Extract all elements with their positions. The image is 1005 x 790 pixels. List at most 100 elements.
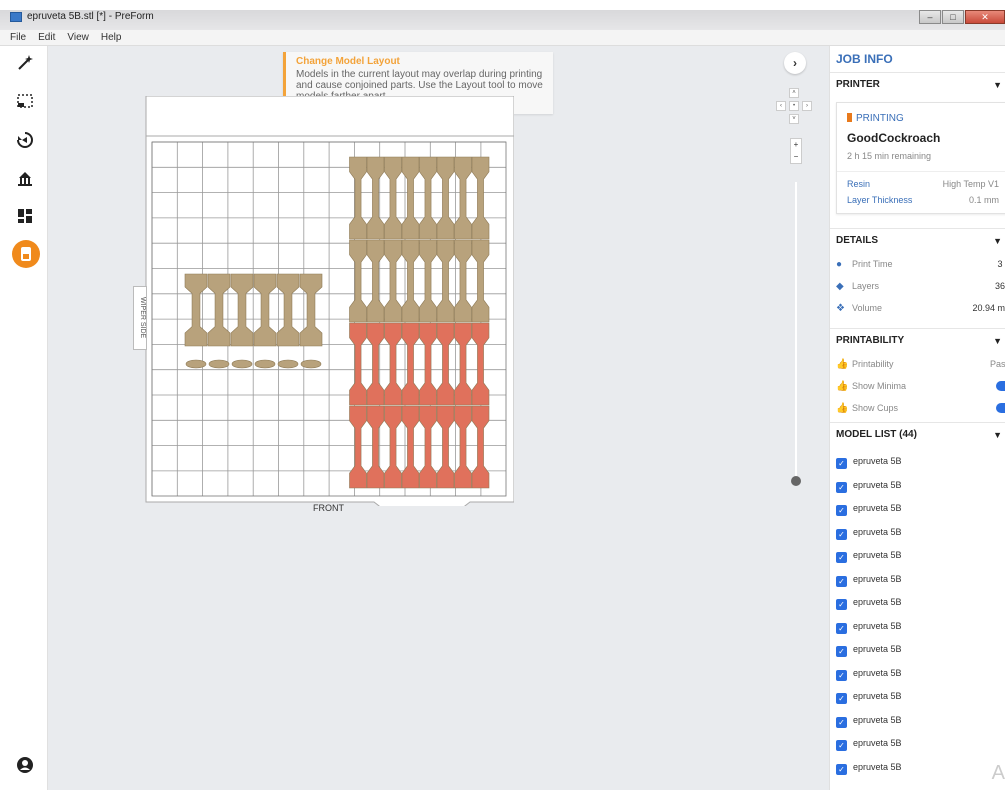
clock-icon: ● (836, 259, 843, 270)
supports-icon[interactable] (14, 167, 36, 189)
specimen-model-flat[interactable] (185, 359, 207, 369)
checkbox-icon[interactable]: ✓ (836, 716, 847, 728)
show-cups-toggle[interactable] (996, 403, 1005, 413)
checkbox-icon[interactable]: ✓ (836, 622, 847, 634)
pan-center-icon[interactable]: • (789, 101, 799, 111)
specimen-model-flat[interactable] (208, 359, 230, 369)
printability-section-header[interactable]: PRINTABILITY ▼ (830, 328, 1005, 352)
menu-file[interactable]: File (10, 32, 26, 43)
volume-label: Volume (852, 303, 883, 313)
model-list-item[interactable]: ✓ epruveta 5B (836, 476, 1005, 494)
show-cups-row: 👍 Show Cups (836, 398, 1005, 418)
thumbs-up-icon: 👍 (836, 381, 849, 392)
checkbox-icon[interactable]: ✓ (836, 669, 847, 681)
model-list-item[interactable]: ✓ epruveta 5B (836, 664, 1005, 682)
printer-section-header[interactable]: PRINTER ▼ (830, 72, 1005, 96)
collapse-panel-button[interactable]: › (784, 52, 806, 74)
resin-label: Resin (847, 179, 871, 189)
menu-view[interactable]: View (67, 32, 89, 43)
build-platform[interactable] (144, 96, 514, 506)
print-time-value: 3 h (997, 259, 1005, 269)
model-list-item[interactable]: ✓ epruveta 5B (836, 617, 1005, 635)
checkbox-icon[interactable]: ✓ (836, 458, 847, 469)
model-list-header-label: MODEL LIST (44) (836, 429, 917, 440)
orientation-icon[interactable] (14, 129, 36, 151)
printability-row: 👍Printability Pass (836, 354, 1005, 374)
volume-icon: ❖ (836, 303, 845, 314)
checkbox-icon[interactable]: ✓ (836, 528, 847, 540)
checkbox-icon[interactable]: ✓ (836, 763, 847, 775)
pan-down-icon[interactable]: ˅ (789, 114, 799, 124)
layers-icon: ◆ (836, 281, 844, 292)
checkbox-icon[interactable]: ✓ (836, 599, 847, 610)
model-list-item[interactable]: ✓ epruveta 5B (836, 640, 1005, 658)
checkbox-icon[interactable]: ✓ (836, 505, 847, 516)
layers-value: 367 (994, 281, 1005, 291)
select-box-icon[interactable] (14, 90, 36, 112)
zoom-control[interactable]: + − (790, 138, 802, 164)
pan-up-icon[interactable]: ˄ (789, 88, 799, 98)
printability-header-label: PRINTABILITY (836, 335, 905, 346)
layers-row: ◆ Layers 367 (836, 276, 1005, 296)
model-list-item[interactable]: ✓ epruveta 5B (836, 452, 1005, 470)
checkbox-icon[interactable]: ✓ (836, 693, 847, 704)
thumbs-up-icon: 👍 (836, 359, 849, 370)
print-job-icon[interactable] (12, 240, 40, 268)
pan-left-icon[interactable]: ‹ (776, 101, 786, 111)
volume-value: 20.94 mL (972, 303, 1005, 313)
checkbox-icon[interactable]: ✓ (836, 481, 847, 493)
model-list-item[interactable]: ✓ epruveta 5B (836, 499, 1005, 517)
checkbox-icon[interactable]: ✓ (836, 552, 847, 563)
show-minima-toggle[interactable] (996, 381, 1005, 391)
model-list-section-header[interactable]: MODEL LIST (44) ▼ (830, 422, 1005, 446)
menu-edit[interactable]: Edit (38, 32, 55, 43)
resin-tank-icon (847, 113, 852, 122)
pan-right-icon[interactable]: › (802, 101, 812, 111)
window-title-bar: epruveta 5B.stl [*] - PreForm – □ ✕ (0, 0, 1005, 30)
specimen-model-flat[interactable] (277, 359, 299, 369)
view-pan-control[interactable]: ˄ ‹ • › ˅ (776, 88, 812, 124)
menu-help[interactable]: Help (101, 32, 122, 43)
checkbox-icon[interactable]: ✓ (836, 740, 847, 751)
model-list-item[interactable]: ✓ epruveta 5B (836, 687, 1005, 705)
printer-card[interactable]: PRINTING GoodCockroach 2 h 15 min remain… (836, 102, 1005, 214)
model-list-item-label: epruveta 5B (853, 456, 902, 466)
model-list-item-label: epruveta 5B (853, 667, 902, 678)
minimize-button[interactable]: – (919, 10, 941, 24)
model-list-item[interactable]: ✓ epruveta 5B (836, 734, 1005, 752)
show-minima-label: Show Minima (852, 381, 907, 391)
model-list-item[interactable]: ✓ epruveta 5B (836, 711, 1005, 729)
chevron-down-icon: ▼ (993, 80, 1002, 90)
chevron-down-icon: ▼ (993, 236, 1002, 246)
model-list-item[interactable]: ✓ epruveta 5B (836, 593, 1005, 611)
model-list-item-label: epruveta 5B (853, 714, 902, 725)
build-canvas[interactable]: Change Model Layout Models in the curren… (48, 46, 829, 790)
layer-slider-thumb[interactable] (791, 476, 801, 486)
show-cups-label: Show Cups (852, 403, 899, 413)
printer-status: PRINTING (847, 113, 904, 124)
model-list-item[interactable]: ✓ epruveta 5B (836, 570, 1005, 588)
resin-value: High Temp V1 (942, 179, 999, 189)
model-list-item[interactable]: ✓ epruveta 5B (836, 523, 1005, 541)
model-list-item[interactable]: ✓ epruveta 5B (836, 758, 1005, 776)
checkbox-icon[interactable]: ✓ (836, 575, 847, 587)
close-button[interactable]: ✕ (965, 10, 1005, 24)
chevron-down-icon: ▼ (993, 336, 1002, 346)
specimen-model-flat[interactable] (254, 359, 276, 369)
specimen-model-flat[interactable] (300, 359, 322, 369)
layer-thickness-label: Layer Thickness (847, 195, 913, 205)
printer-name: GoodCockroach (847, 131, 941, 145)
details-section-header[interactable]: DETAILS ▼ (830, 228, 1005, 252)
specimen-model-flat[interactable] (231, 359, 253, 369)
layout-icon[interactable] (14, 205, 36, 227)
model-list-item[interactable]: ✓ epruveta 5B (836, 546, 1005, 564)
print-time-label: Print Time (852, 259, 893, 269)
magic-wand-icon[interactable] (14, 52, 36, 74)
account-icon[interactable] (14, 754, 36, 776)
maximize-button[interactable]: □ (942, 10, 964, 24)
window-controls: – □ ✕ (918, 10, 1005, 28)
layer-slider-track[interactable] (795, 182, 797, 482)
model-list-item-label: epruveta 5B (853, 761, 902, 772)
resin-row: Resin High Temp V1 (847, 179, 999, 189)
checkbox-icon[interactable]: ✓ (836, 646, 847, 657)
